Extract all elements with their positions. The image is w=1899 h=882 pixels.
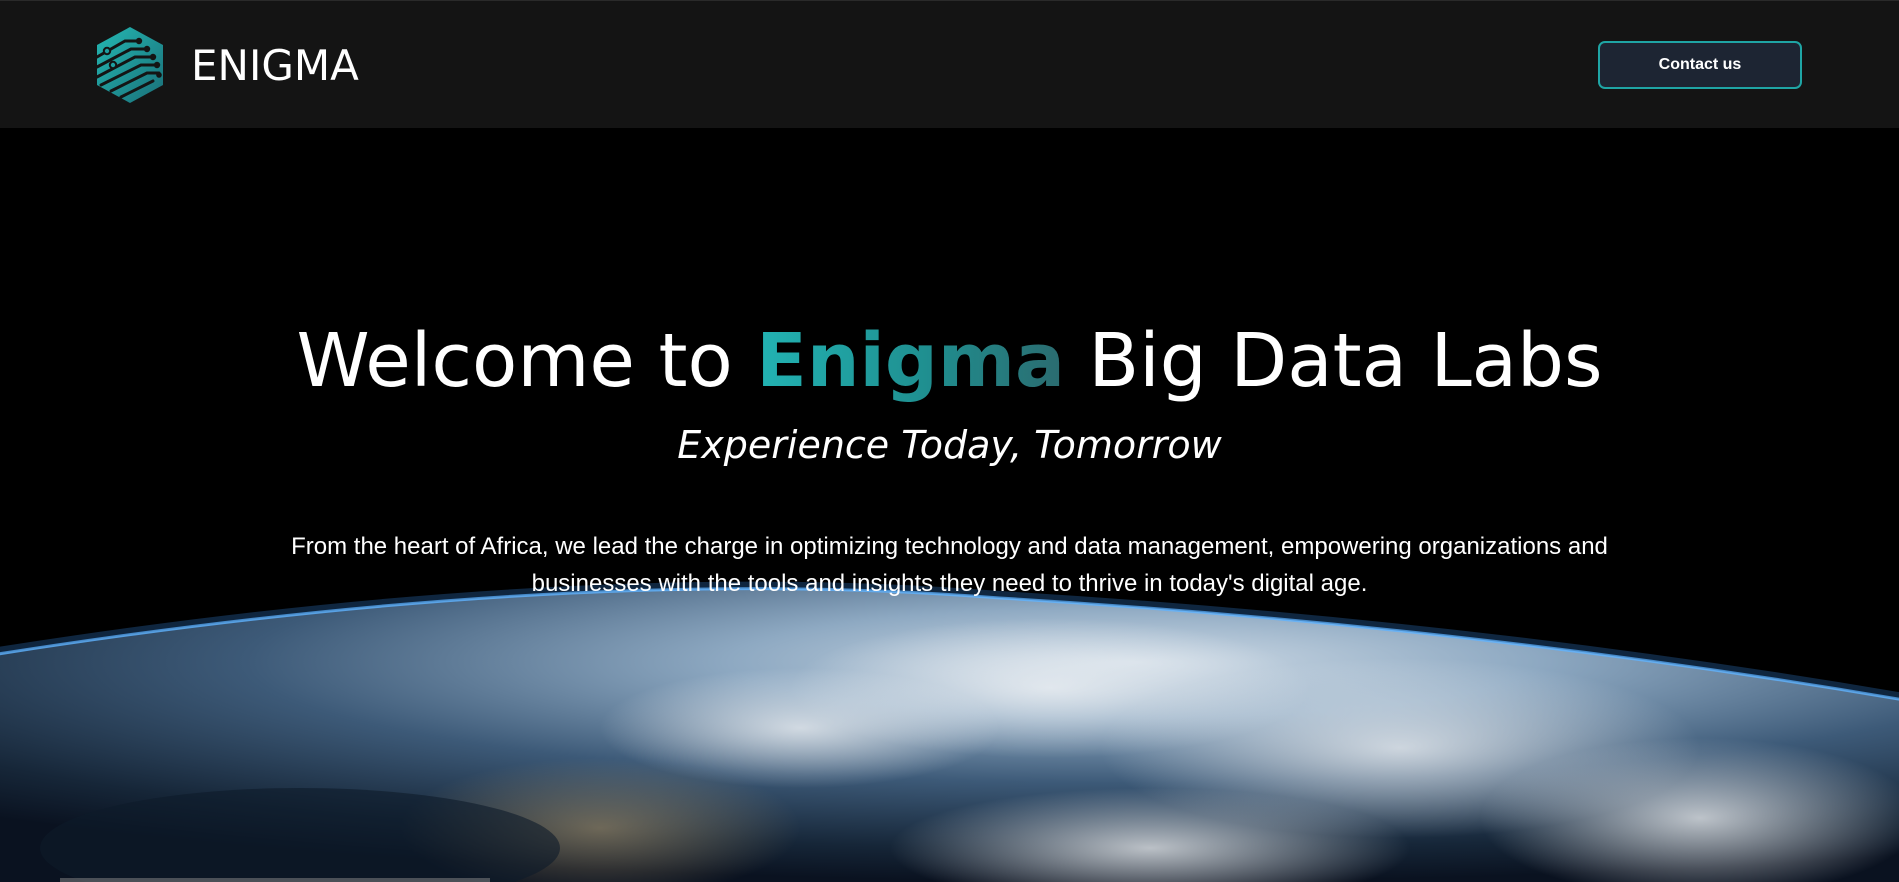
hero-title-prefix: Welcome to xyxy=(296,318,757,404)
logo-text: ENIGMA xyxy=(191,40,359,90)
scroll-indicator xyxy=(60,878,490,882)
hero-subtitle: Experience Today, Tomorrow xyxy=(677,423,1222,467)
page: ENIGMA Contact us Welcome to Enigma Big … xyxy=(0,0,1899,882)
site-header: ENIGMA Contact us xyxy=(0,0,1899,128)
logo-link[interactable]: ENIGMA xyxy=(95,25,359,105)
hero-title: Welcome to Enigma Big Data Labs xyxy=(0,318,1899,404)
hero-title-brand: Enigma xyxy=(756,318,1065,404)
earth-background-image xyxy=(0,128,1899,882)
hero-description: From the heart of Africa, we lead the ch… xyxy=(291,533,1608,597)
hero-title-suffix: Big Data Labs xyxy=(1064,318,1603,404)
circuit-hexagon-icon xyxy=(95,27,163,103)
contact-us-button[interactable]: Contact us xyxy=(1598,41,1802,89)
hero-section: Welcome to Enigma Big Data Labs Experien… xyxy=(0,128,1899,882)
